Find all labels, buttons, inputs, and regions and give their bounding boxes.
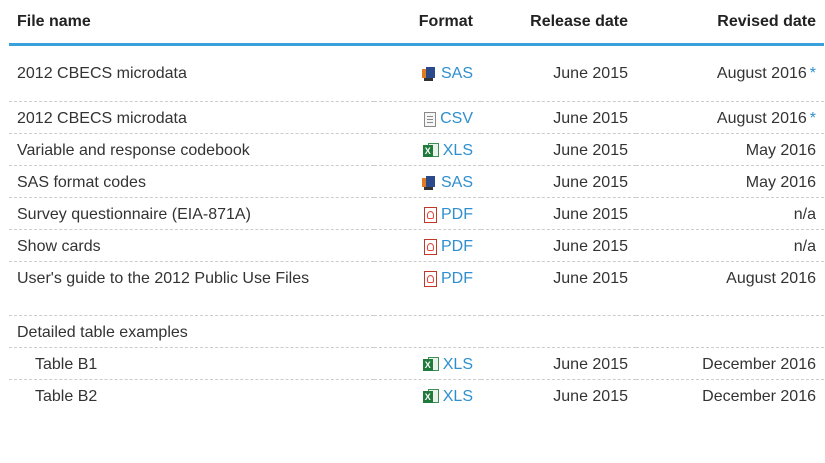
format-link-pdf[interactable]: PDF <box>424 237 473 257</box>
revised-date: December 2016 <box>636 347 824 380</box>
format-label: SAS <box>440 65 473 82</box>
format-link-pdf[interactable]: PDF <box>424 269 473 289</box>
sas-icon <box>421 175 437 191</box>
header-file-name: File name <box>9 0 374 46</box>
format-link-pdf[interactable]: PDF <box>424 205 473 225</box>
file-name: User's guide to the 2012 Public Use File… <box>9 261 374 316</box>
revised-date: n/a <box>636 197 824 230</box>
revised-date: May 2016 <box>636 133 824 166</box>
revised-date: n/a <box>636 229 824 262</box>
format-link-sas[interactable]: SAS <box>421 173 473 193</box>
file-name: Variable and response codebook <box>9 133 374 166</box>
format-label: XLS <box>442 388 473 405</box>
pdf-icon <box>424 239 437 255</box>
release-date: June 2015 <box>481 101 636 134</box>
format-label: XLS <box>442 142 473 159</box>
header-release-date: Release date <box>481 0 636 46</box>
format-label: CSV <box>440 110 473 127</box>
table-row: User's guide to the 2012 Public Use File… <box>9 261 824 316</box>
table-row: Show cards PDF June 2015 n/a <box>9 229 824 262</box>
table-row: 2012 CBECS microdata CSV June 2015 Augus… <box>9 101 824 134</box>
csv-icon <box>424 111 437 127</box>
format-link-csv[interactable]: CSV <box>424 109 473 129</box>
footnote-asterisk[interactable]: * <box>810 110 816 127</box>
format-link-xls[interactable]: X XLS <box>422 355 473 375</box>
xls-icon: X <box>422 389 439 405</box>
revised-date: August 2016 <box>716 65 807 82</box>
format-link-xls[interactable]: X XLS <box>422 141 473 161</box>
release-date: June 2015 <box>481 44 636 102</box>
group-heading: Detailed table examples <box>9 315 824 348</box>
release-date: June 2015 <box>481 261 636 316</box>
format-link-sas[interactable]: SAS <box>421 64 473 84</box>
revised-date: August 2016 <box>716 110 807 127</box>
format-label: SAS <box>440 174 473 191</box>
file-name: Survey questionnaire (EIA-871A) <box>9 197 374 230</box>
format-label: PDF <box>441 206 473 223</box>
table-row: Variable and response codebook X XLS June… <box>9 133 824 166</box>
release-date: June 2015 <box>481 197 636 230</box>
xls-icon: X <box>422 357 439 373</box>
data-files-table: File name Format Release date Revised da… <box>9 0 824 412</box>
format-label: PDF <box>441 270 473 287</box>
file-name: Table B2 <box>35 388 98 405</box>
format-link-xls[interactable]: X XLS <box>422 387 473 407</box>
release-date: June 2015 <box>481 165 636 198</box>
table-row: SAS format codes SAS June 2015 May 2016 <box>9 165 824 198</box>
table-header-row: File name Format Release date Revised da… <box>9 0 824 46</box>
pdf-icon <box>424 271 437 287</box>
table-row: Survey questionnaire (EIA-871A) PDF June… <box>9 197 824 230</box>
format-label: PDF <box>441 238 473 255</box>
format-label: XLS <box>442 356 473 373</box>
sas-icon <box>421 66 437 82</box>
table-row-group-heading: Detailed table examples <box>9 315 824 348</box>
file-name: Show cards <box>9 229 374 262</box>
table-row: Table B2 X XLS June 2015 December 2016 <box>9 380 824 412</box>
file-table-container: File name Format Release date Revised da… <box>0 0 825 463</box>
release-date: June 2015 <box>481 347 636 380</box>
release-date: June 2015 <box>481 133 636 166</box>
header-revised-date: Revised date <box>636 0 824 46</box>
revised-date: May 2016 <box>636 165 824 198</box>
release-date: June 2015 <box>481 229 636 262</box>
revised-date: December 2016 <box>702 388 816 405</box>
file-name: 2012 CBECS microdata <box>9 44 374 102</box>
file-name: 2012 CBECS microdata <box>9 101 374 134</box>
revised-date: August 2016 <box>636 261 824 316</box>
file-name: Table B1 <box>9 347 374 380</box>
footnote-asterisk[interactable]: * <box>810 65 816 82</box>
table-row: 2012 CBECS microdata SAS June 2015 Augus… <box>9 44 824 102</box>
file-name: SAS format codes <box>9 165 374 198</box>
header-format: Format <box>374 0 481 46</box>
pdf-icon <box>424 207 437 223</box>
table-row: Table B1 X XLS June 2015 December 2016 <box>9 347 824 380</box>
release-date: June 2015 <box>553 388 628 405</box>
xls-icon: X <box>422 143 439 159</box>
